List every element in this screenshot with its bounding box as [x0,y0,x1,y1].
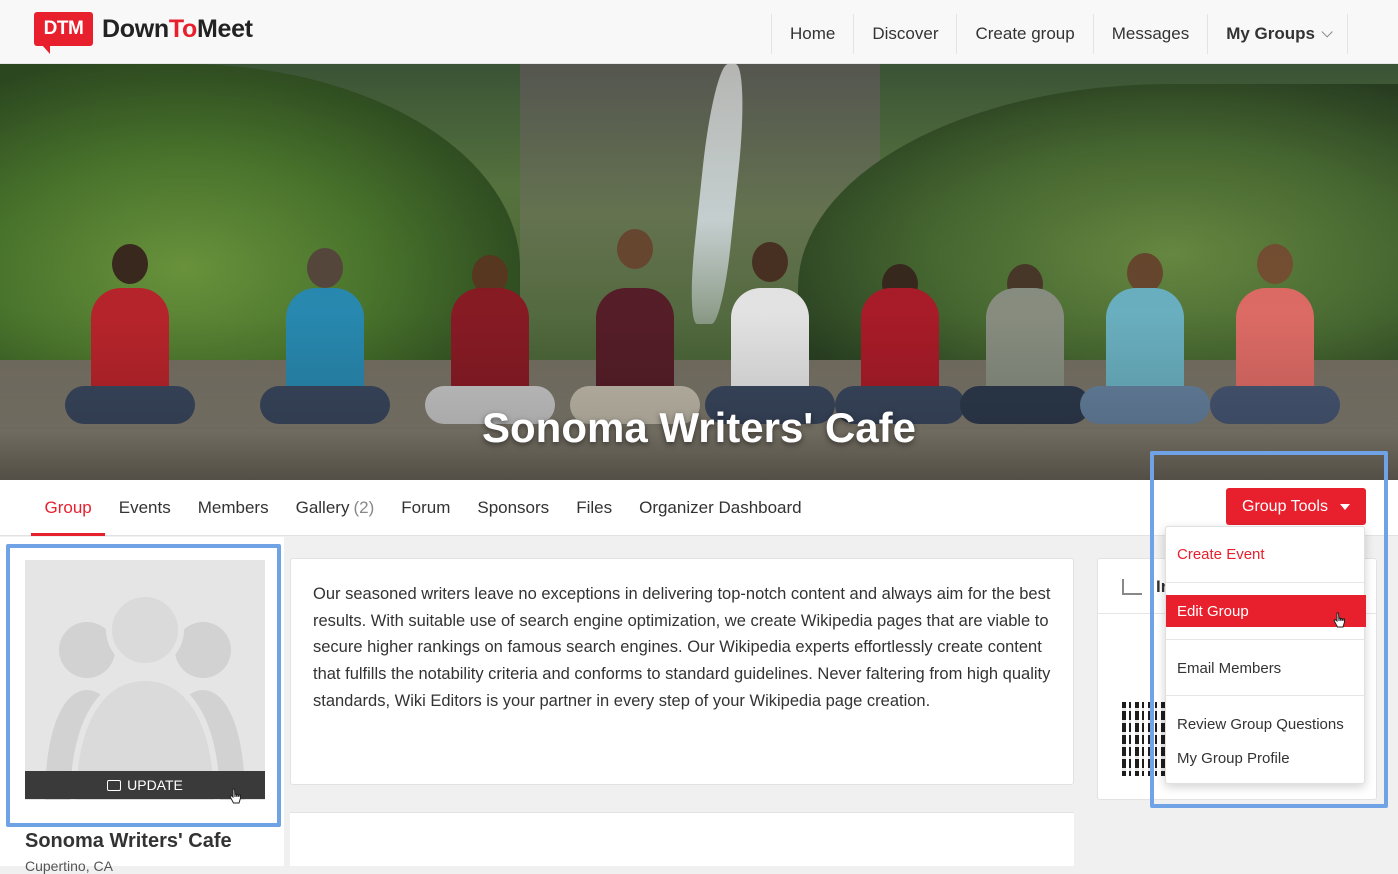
tab-sponsors[interactable]: Sponsors [464,480,563,536]
tab-organizer-dashboard[interactable]: Organizer Dashboard [626,480,816,536]
nav-home[interactable]: Home [771,14,853,54]
menu-divider [1166,639,1366,640]
logo-badge: DTM [34,12,93,54]
nav-my-groups-label: My Groups [1226,24,1315,43]
tab-gallery-label: Gallery [295,498,350,517]
site-logo[interactable]: DTM DownToMeet [34,12,253,54]
hand-cursor-icon [1333,612,1345,628]
group-tools-menu: Create Event Edit Group Email Members Re… [1165,526,1366,784]
tab-events[interactable]: Events [105,480,184,536]
share-icon [1122,578,1142,595]
hand-cursor-icon [229,788,241,804]
tab-forum[interactable]: Forum [388,480,464,536]
nav-discover[interactable]: Discover [853,14,956,54]
group-location: Cupertino, CA [25,858,113,874]
tab-group[interactable]: Group [31,480,106,536]
logo-word-meet: Meet [196,14,253,43]
logo-wordmark: DownToMeet [102,15,253,44]
group-placeholder-icon [45,591,245,800]
logo-word-to: To [168,14,197,43]
group-tools-button[interactable]: Group Tools [1226,488,1366,525]
update-photo-label: UPDATE [127,777,183,793]
image-icon [107,779,122,791]
menu-my-group-profile[interactable]: My Group Profile [1166,741,1366,775]
top-navigation-bar: DTM DownToMeet Home Discover Create grou… [0,0,1398,64]
group-description: Our seasoned writers leave no exceptions… [313,585,1051,710]
menu-divider [1166,695,1366,696]
chevron-down-icon [1321,26,1333,38]
menu-email-members[interactable]: Email Members [1166,651,1366,685]
menu-create-event[interactable]: Create Event [1166,537,1366,571]
group-avatar[interactable] [25,560,265,800]
tab-files[interactable]: Files [563,480,626,536]
tab-members[interactable]: Members [184,480,282,536]
logo-word-down: Down [102,14,169,43]
qr-code-pattern [1122,702,1168,776]
group-description-card: Our seasoned writers leave no exceptions… [290,558,1074,785]
menu-divider [1166,582,1366,583]
group-tabs: Group Events Members Gallery (2) Forum Sp… [31,480,815,536]
group-title: Sonoma Writers' Cafe [482,404,916,451]
group-banner-image: Sonoma Writers' Cafe [0,64,1398,480]
menu-review-group-questions[interactable]: Review Group Questions [1166,707,1366,741]
tab-gallery[interactable]: Gallery (2) [282,480,388,536]
nav-messages[interactable]: Messages [1092,14,1207,54]
main-nav: Home Discover Create group Messages My G… [771,14,1348,54]
nav-my-groups[interactable]: My Groups [1207,14,1348,54]
group-name: Sonoma Writers' Cafe [25,830,232,852]
tab-gallery-count: (2) [353,498,375,517]
caret-down-icon [1339,503,1350,510]
group-tools-label: Group Tools [1242,497,1328,515]
nav-create-group[interactable]: Create group [956,14,1092,54]
description-next-card [290,812,1074,866]
